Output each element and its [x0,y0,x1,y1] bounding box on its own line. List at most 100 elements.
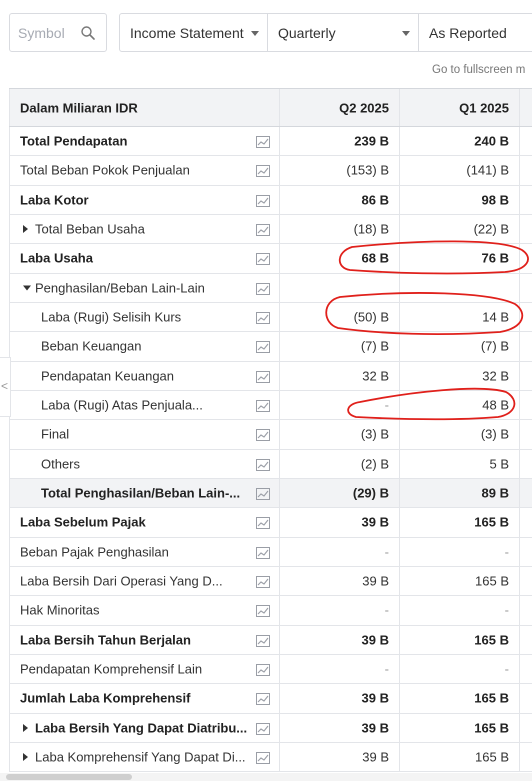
scrollbar-thumb[interactable] [6,774,132,780]
row-label: Total Pendapatan [20,133,128,149]
chart-icon[interactable] [256,751,270,765]
chart-icon[interactable] [256,164,270,178]
value-cell-q2: (29) B [279,478,399,508]
row-label[interactable]: Laba Komprehensif Yang Dapat Di... [35,750,246,765]
expand-down-icon[interactable] [23,285,31,291]
horizontal-scrollbar[interactable] [0,773,532,781]
expand-right-icon[interactable] [23,723,28,732]
value-cell-q1: 165 B [399,742,519,772]
chart-icon[interactable] [256,458,270,471]
row-label: Laba Kotor [20,192,89,208]
overflow-cell [519,185,532,214]
column-header-q1: Q1 2025 [459,100,509,115]
row-label[interactable]: Laba Bersih Yang Dapat Diatribu... [35,720,247,735]
value-cell-q2 [279,273,399,302]
value-q2: - [384,661,389,677]
value-q1: 48 B [482,397,509,413]
chart-icon[interactable] [256,370,270,383]
fullscreen-link[interactable]: Go to fullscreen m [432,64,525,76]
overflow-cell [519,390,532,420]
table-row: Others (2) B 5 B [9,449,532,479]
value-cell-q1: (3) B [399,420,519,449]
chart-icon[interactable] [256,428,270,442]
table-row: Beban Keuangan (7) B (7) B [9,332,532,362]
row-label: Total Penghasilan/Beban Lain-... [41,485,241,501]
value-cell-q2: 39 B [279,508,399,537]
chart-icon[interactable] [256,311,270,325]
statement-select[interactable]: Income Statement [119,13,268,52]
chart-icon[interactable] [256,135,270,149]
chart-icon[interactable] [256,575,270,589]
header-label-cell: Dalam Miliaran IDR [9,89,279,126]
side-collapse-tab[interactable]: < [0,357,11,417]
chart-icon[interactable] [256,340,270,354]
value-q1: (3) B [480,426,509,442]
chart-icon[interactable] [256,663,270,677]
value-q2: 39 B [361,514,389,530]
value-q2: 39 B [362,749,389,765]
row-label: Laba Usaha [20,250,93,266]
expand-right-icon[interactable] [23,225,28,234]
chart-icon[interactable] [256,692,270,706]
header-overflow-cell [519,89,532,126]
overflow-cell [519,127,532,156]
value-cell-q1: 32 B [399,361,519,390]
chart-icon[interactable] [256,399,270,413]
value-q1: 165 B [474,690,509,706]
value-q1: 32 B [482,368,509,384]
value-q2: (153) B [346,162,389,178]
value-cell-q1: (7) B [399,332,519,361]
overflow-cell [519,156,532,185]
chart-icon[interactable] [256,722,270,735]
value-q2: 86 B [361,192,389,208]
value-q1: 89 B [481,485,509,501]
chart-icon[interactable] [256,252,270,266]
row-label-cell: Pendapatan Keuangan [9,361,279,390]
chart-icon[interactable] [256,546,270,559]
value-cell-q2: 39 B [279,684,399,713]
row-label: Final [41,426,70,442]
value-cell-q1: 48 B [399,390,519,420]
row-label: Hak Minoritas [20,602,100,618]
statement-select-value: Income Statement [130,25,244,41]
report-type-select[interactable]: As Reported [418,13,532,52]
overflow-cell [519,214,532,244]
chart-icon[interactable] [256,516,270,530]
value-q2: (18) B [353,221,389,237]
value-cell-q2: (153) B [279,156,399,185]
table-row: Penghasilan/Beban Lain-Lain [9,273,532,303]
value-q1: 76 B [481,250,509,266]
chart-icon[interactable] [256,282,270,295]
chart-icon[interactable] [256,223,270,237]
value-cell-q2: 32 B [279,361,399,390]
chart-icon[interactable] [256,604,270,618]
symbol-search-input[interactable] [18,23,80,43]
search-icon[interactable] [80,25,96,41]
period-select[interactable]: Quarterly [267,13,419,52]
header-period-cell: Q2 2025 [279,89,399,126]
value-q2: (7) B [360,338,389,354]
symbol-search-box[interactable] [9,13,107,52]
overflow-cell [519,625,532,654]
value-cell-q1: 98 B [399,185,519,214]
row-label: Total Beban Pokok Penjualan [20,162,190,178]
overflow-cell [519,361,532,390]
value-q1: 165 B [474,632,509,648]
value-q2: 39 B [361,632,389,648]
table-row: Laba (Rugi) Atas Penjuala... - 48 B [9,390,532,421]
row-label: Pendapatan Komprehensif Lain [20,661,203,677]
chart-icon[interactable] [256,487,270,501]
chart-icon[interactable] [256,194,270,207]
overflow-cell [519,332,532,361]
overflow-cell [519,596,532,625]
chart-icon[interactable] [256,634,270,647]
value-q2: 39 B [362,573,389,589]
value-cell-q1: - [399,596,519,625]
value-q1: (7) B [480,338,509,354]
expand-right-icon[interactable] [23,753,28,762]
row-label[interactable]: Penghasilan/Beban Lain-Lain [35,280,205,295]
row-label[interactable]: Total Beban Usaha [35,222,145,237]
report-type-select-value: As Reported [429,25,507,41]
caret-down-icon [251,31,259,36]
value-cell-q2: 39 B [279,566,399,596]
